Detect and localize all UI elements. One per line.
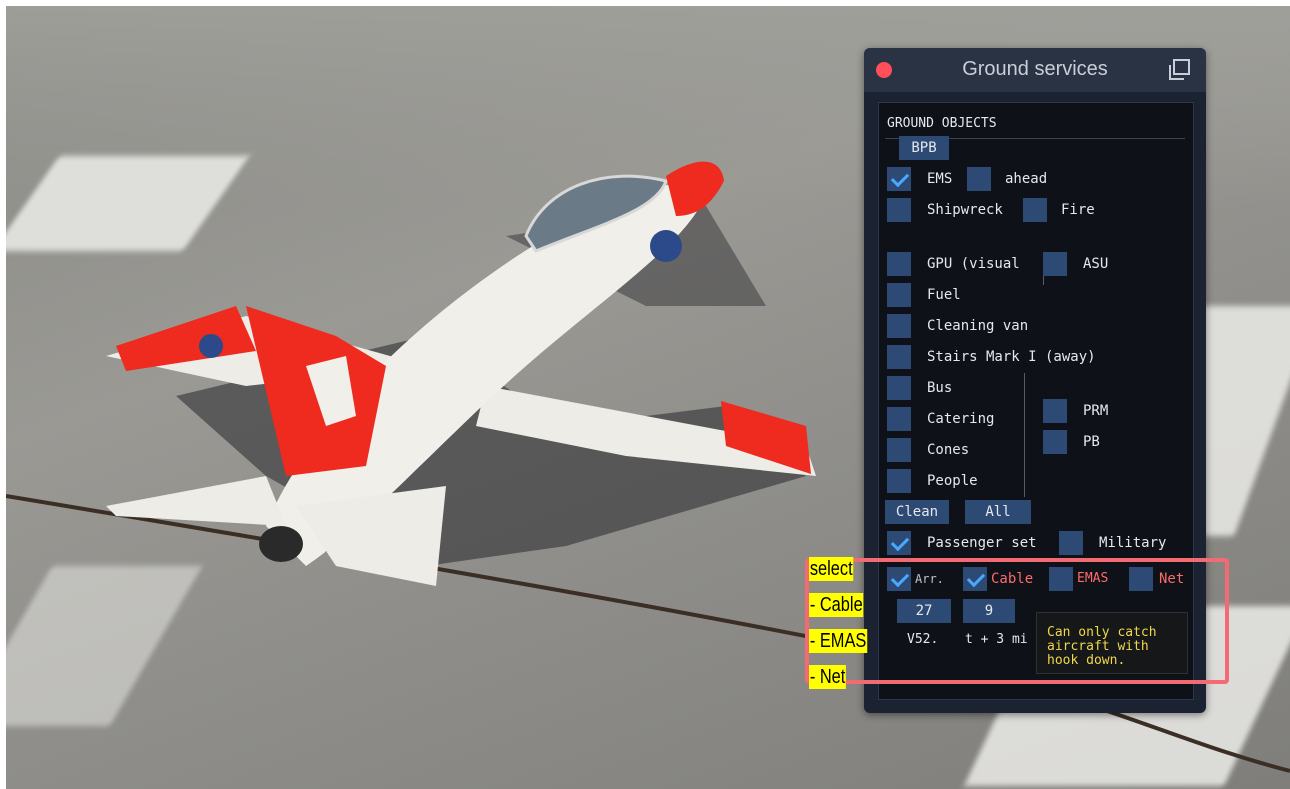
shipwreck-checkbox[interactable] <box>887 198 911 222</box>
people-checkbox[interactable] <box>887 469 911 493</box>
all-button[interactable]: All <box>965 500 1031 524</box>
military-checkbox[interactable] <box>1059 531 1083 555</box>
ahead-label: ahead <box>1005 171 1048 187</box>
fuel-checkbox[interactable] <box>887 283 911 307</box>
bpb-button[interactable]: BPB <box>899 136 949 160</box>
cones-label: Cones <box>927 442 970 458</box>
ems-checkbox[interactable] <box>887 167 911 191</box>
cleaning-van-checkbox[interactable] <box>887 314 911 338</box>
window-titlebar[interactable]: Ground services <box>864 48 1206 92</box>
aircraft-roundel <box>199 334 223 358</box>
prm-label: PRM <box>1083 403 1109 419</box>
annotation-line-2: - Cable <box>809 593 864 617</box>
stairs-label: Stairs Mark I (away) <box>927 349 1096 365</box>
annotation-line-1: select <box>809 557 854 581</box>
annotation-line-4: - Net <box>809 665 847 689</box>
catering-label: Catering <box>927 411 995 427</box>
window-title: Ground services <box>962 58 1108 80</box>
column-divider <box>1024 373 1025 497</box>
cleaning-van-label: Cleaning van <box>927 318 1029 334</box>
pb-label: PB <box>1083 434 1100 450</box>
popout-icon[interactable] <box>1166 58 1192 82</box>
aircraft-exhaust <box>259 526 303 562</box>
gpu-checkbox[interactable] <box>887 252 911 276</box>
pb-checkbox[interactable] <box>1043 430 1067 454</box>
fire-label: Fire <box>1061 202 1095 218</box>
clean-button[interactable]: Clean <box>885 500 949 524</box>
aircraft-nose <box>666 161 724 216</box>
ahead-checkbox[interactable] <box>967 167 991 191</box>
shipwreck-label: Shipwreck <box>927 202 1003 218</box>
catering-checkbox[interactable] <box>887 407 911 431</box>
section-title: GROUND OBJECTS <box>887 116 997 131</box>
passenger-set-checkbox[interactable] <box>887 531 911 555</box>
bus-label: Bus <box>927 380 953 396</box>
gpu-label: GPU (visual <box>927 256 1020 272</box>
ems-label: EMS <box>927 171 953 187</box>
military-label: Military <box>1099 535 1167 551</box>
asu-checkbox[interactable] <box>1043 252 1067 276</box>
asu-label: ASU <box>1083 256 1109 272</box>
stairs-checkbox[interactable] <box>887 345 911 369</box>
aircraft-roundel <box>650 230 682 262</box>
cones-checkbox[interactable] <box>887 438 911 462</box>
people-label: People <box>927 473 978 489</box>
fuel-label: Fuel <box>927 287 961 303</box>
fire-checkbox[interactable] <box>1023 198 1047 222</box>
bus-checkbox[interactable] <box>887 376 911 400</box>
passenger-set-label: Passenger set <box>927 535 1037 551</box>
annotation-line-3: - EMAS <box>809 629 868 653</box>
annotation-highlight-box <box>805 558 1229 684</box>
prm-checkbox[interactable] <box>1043 399 1067 423</box>
